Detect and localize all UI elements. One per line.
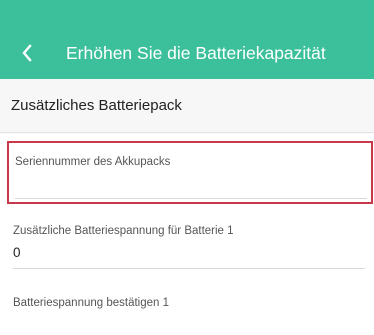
- serial-number-label: Seriennummer des Akkupacks: [15, 156, 171, 168]
- page-title: Erhöhen Sie die Batteriekapazität: [66, 43, 326, 63]
- chevron-left-icon: [22, 44, 32, 62]
- section-header: Zusätzliches Batteriepack: [0, 79, 374, 133]
- app-header: Erhöhen Sie die Batteriekapazität: [0, 0, 374, 79]
- section-title: Zusätzliches Batteriepack: [11, 97, 182, 114]
- battery-voltage-input[interactable]: 0: [13, 245, 21, 261]
- screen: Erhöhen Sie die Batteriekapazität Zusätz…: [0, 0, 374, 335]
- serial-number-field[interactable]: Seriennummer des Akkupacks: [7, 141, 373, 204]
- battery-voltage-underline: [13, 268, 365, 269]
- form-area: Seriennummer des Akkupacks Zusätzliche B…: [0, 134, 374, 335]
- confirm-voltage-field[interactable]: Batteriespannung bestätigen 1: [0, 294, 374, 334]
- back-button[interactable]: [14, 40, 40, 66]
- serial-number-underline: [15, 198, 367, 199]
- confirm-voltage-label: Batteriespannung bestätigen 1: [13, 297, 170, 309]
- battery-voltage-label: Zusätzliche Batteriespannung für Batteri…: [13, 225, 234, 237]
- battery-voltage-field[interactable]: Zusätzliche Batteriespannung für Batteri…: [0, 222, 374, 282]
